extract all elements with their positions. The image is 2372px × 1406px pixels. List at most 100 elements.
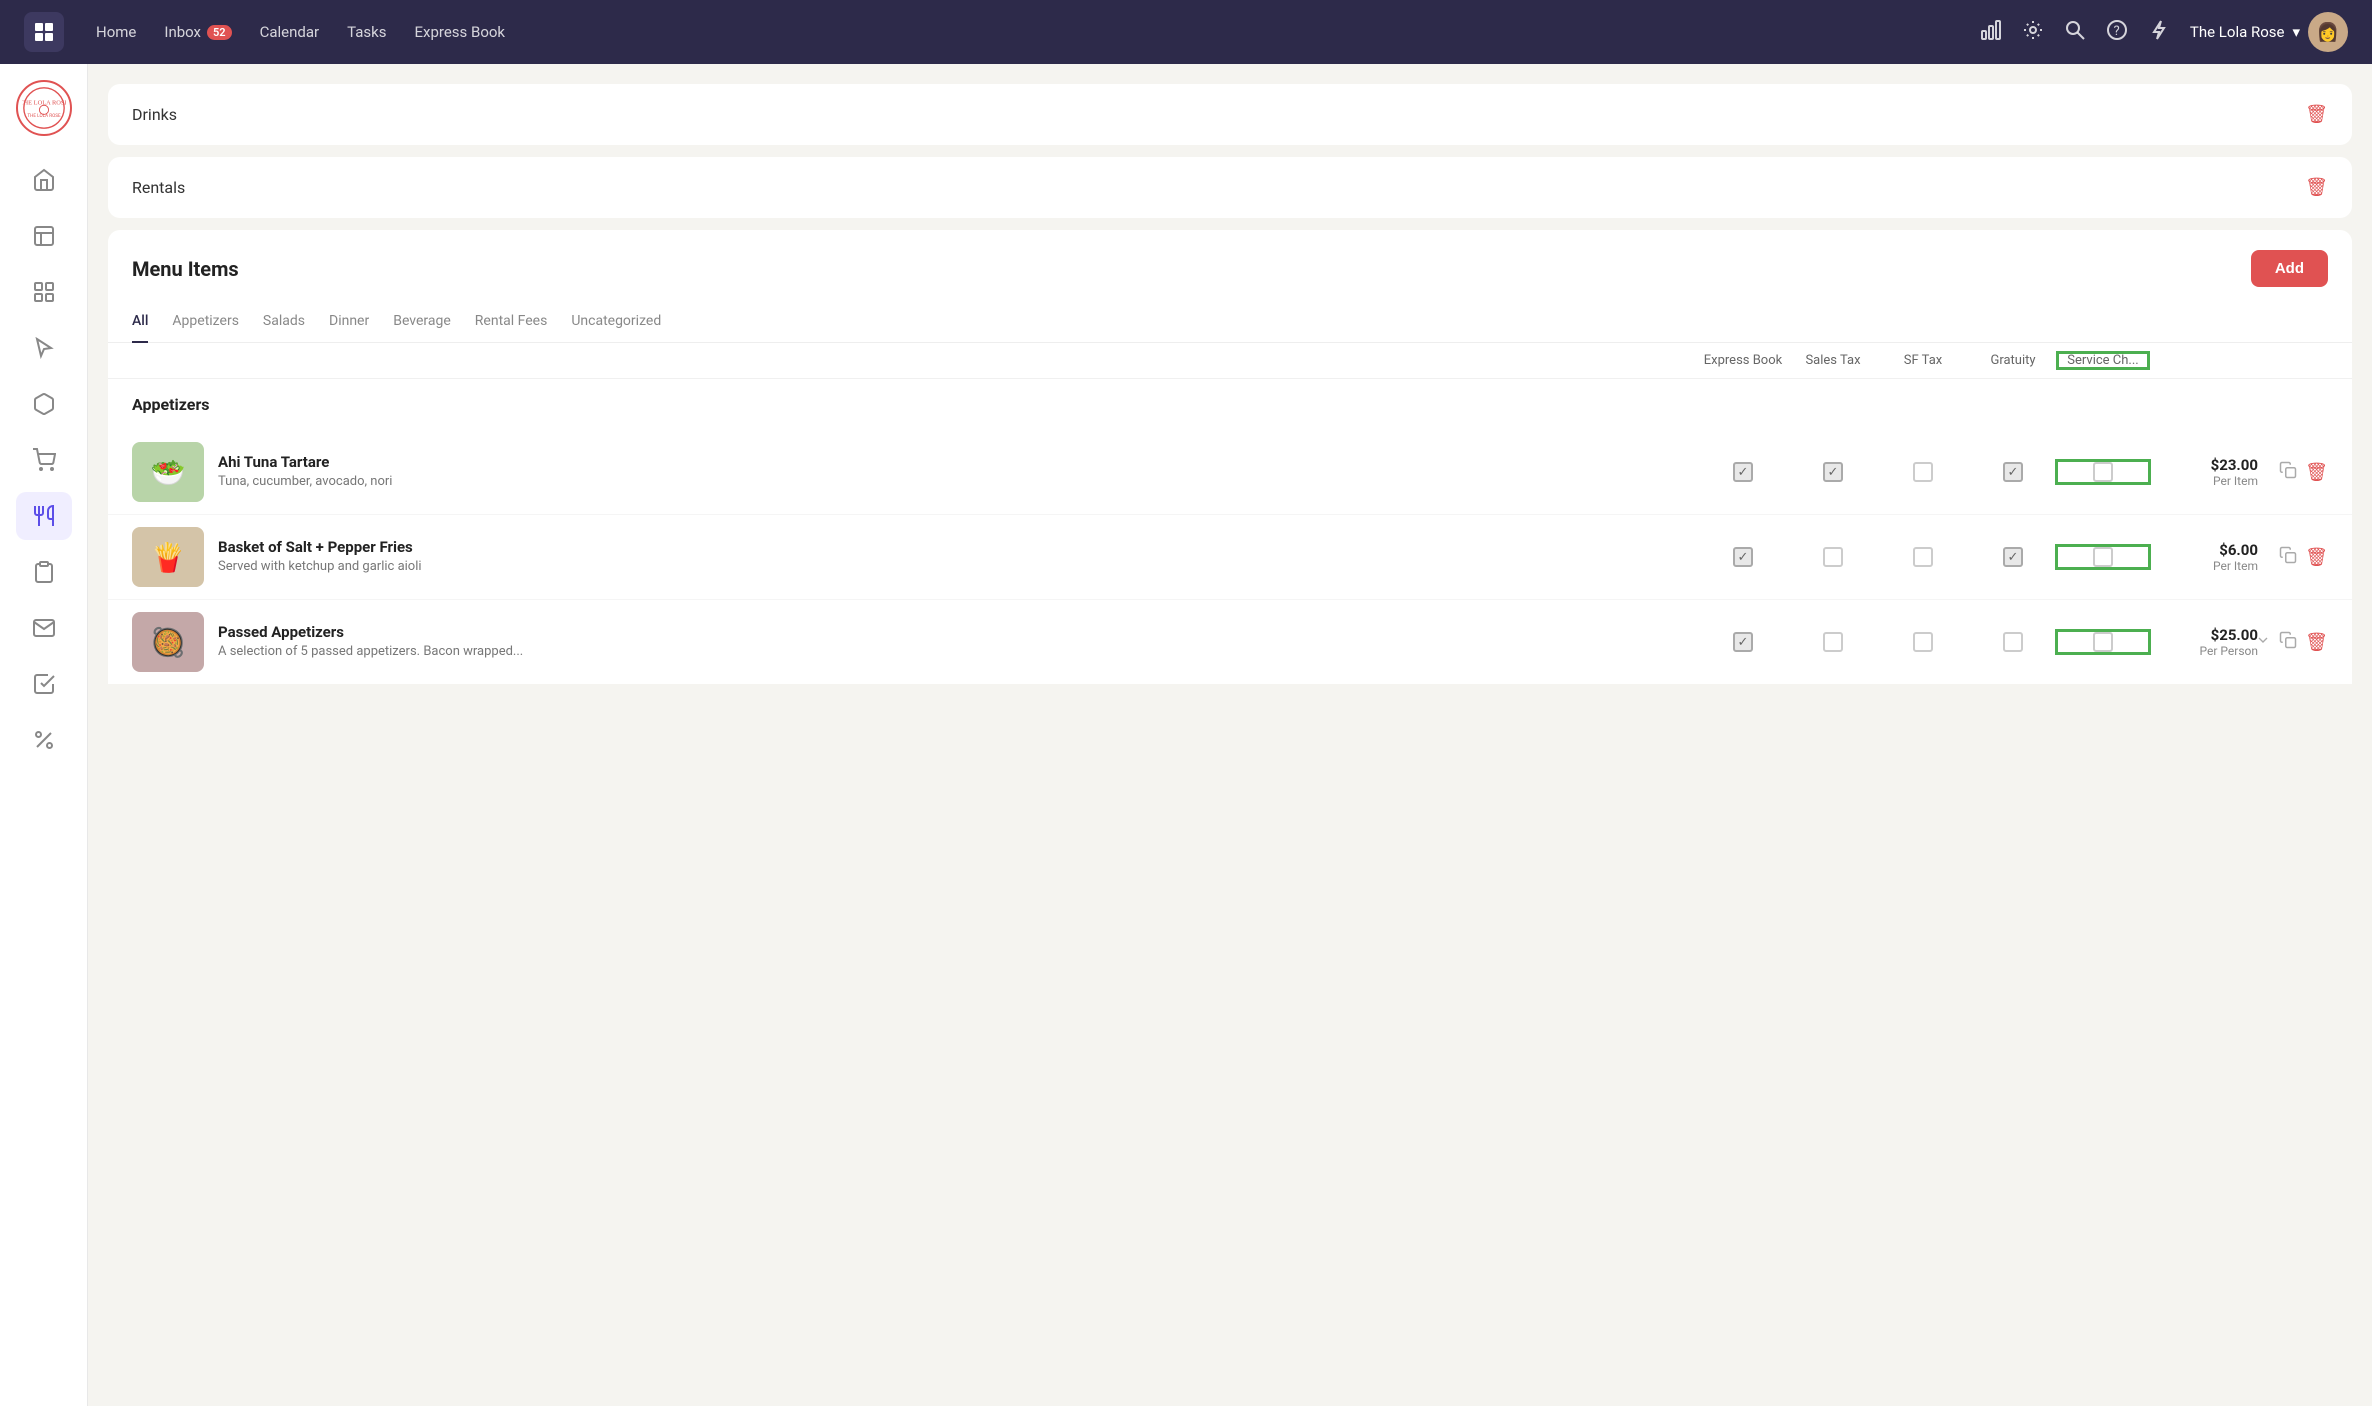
drinks-card: Drinks 🗑 bbox=[108, 84, 2352, 145]
nav-home[interactable]: Home bbox=[96, 23, 136, 41]
checkbox-st-2[interactable] bbox=[1823, 632, 1843, 652]
chevron-down-icon: ▾ bbox=[2292, 23, 2300, 41]
nav-calendar[interactable]: Calendar bbox=[260, 23, 320, 41]
express-book-header: Express Book bbox=[1698, 353, 1788, 368]
gratuity-header: Gratuity bbox=[1968, 353, 2058, 368]
ahi-tuna-name: Ahi Tuna Tartare bbox=[218, 453, 1698, 471]
ahi-tuna-sales-tax-check[interactable] bbox=[1788, 462, 1878, 482]
ahi-tuna-sf-tax-check[interactable] bbox=[1878, 462, 1968, 482]
category-tabs: All Appetizers Salads Dinner Beverage Re… bbox=[108, 303, 2352, 343]
checkbox-sft-0[interactable] bbox=[1913, 462, 1933, 482]
checkbox-st-0[interactable] bbox=[1823, 462, 1843, 482]
sidebar-item-layout[interactable] bbox=[16, 212, 72, 260]
tab-rental-fees[interactable]: Rental Fees bbox=[475, 303, 548, 343]
sidebar-item-percent[interactable] bbox=[16, 716, 72, 764]
checkbox-sc-0[interactable] bbox=[2093, 462, 2113, 482]
nav-express-book[interactable]: Express Book bbox=[414, 23, 505, 41]
nav-links: Home Inbox 52 Calendar Tasks Express Boo… bbox=[96, 23, 1948, 41]
sidebar: THE LOLA ROSE THE LOLA ROSE bbox=[0, 64, 88, 1406]
passed-apps-price: $25.00 Per Person bbox=[2148, 626, 2258, 658]
checkbox-eb-1[interactable] bbox=[1733, 547, 1753, 567]
fries-image: 🍟 bbox=[132, 527, 204, 587]
checkbox-g-2[interactable] bbox=[2003, 632, 2023, 652]
inbox-badge: 52 bbox=[207, 25, 232, 40]
checkbox-st-1[interactable] bbox=[1823, 547, 1843, 567]
lightning-icon[interactable] bbox=[2148, 19, 2170, 46]
checkbox-g-1[interactable] bbox=[2003, 547, 2023, 567]
chart-icon[interactable] bbox=[1980, 19, 2002, 46]
rentals-delete-icon[interactable]: 🗑 bbox=[2305, 177, 2328, 198]
drinks-label: Drinks bbox=[132, 105, 177, 124]
help-icon[interactable]: ? bbox=[2106, 19, 2128, 46]
passed-apps-express-book-check[interactable] bbox=[1698, 632, 1788, 652]
fries-delete-icon[interactable]: 🗑 bbox=[2305, 547, 2328, 568]
sidebar-item-mail[interactable] bbox=[16, 604, 72, 652]
drinks-row: Drinks 🗑 bbox=[108, 84, 2352, 145]
sidebar-item-grid[interactable] bbox=[16, 268, 72, 316]
checkbox-eb-0[interactable] bbox=[1733, 462, 1753, 482]
drinks-delete-icon[interactable]: 🗑 bbox=[2305, 104, 2328, 125]
sidebar-item-fork[interactable] bbox=[16, 492, 72, 540]
fries-sf-tax-check[interactable] bbox=[1878, 547, 1968, 567]
search-icon[interactable] bbox=[2064, 19, 2086, 46]
nav-inbox[interactable]: Inbox 52 bbox=[164, 23, 231, 41]
main-content: Drinks 🗑 Rentals 🗑 Menu Items Add All Ap… bbox=[88, 64, 2372, 1406]
fries-sales-tax-check[interactable] bbox=[1788, 547, 1878, 567]
nav-right: ? The Lola Rose ▾ 👩 bbox=[1980, 12, 2348, 52]
copy-icon[interactable] bbox=[2279, 631, 2297, 653]
gear-icon[interactable] bbox=[2022, 19, 2044, 46]
sidebar-logo: THE LOLA ROSE THE LOLA ROSE bbox=[16, 80, 72, 136]
tab-all[interactable]: All bbox=[132, 303, 148, 343]
passed-apps-service-charge-check[interactable] bbox=[2058, 632, 2148, 652]
tab-dinner[interactable]: Dinner bbox=[329, 303, 369, 343]
rentals-card: Rentals 🗑 bbox=[108, 157, 2352, 218]
fries-price: $6.00 Per Item bbox=[2148, 541, 2258, 573]
fries-express-book-check[interactable] bbox=[1698, 547, 1788, 567]
tab-uncategorized[interactable]: Uncategorized bbox=[571, 303, 661, 343]
passed-apps-sales-tax-check[interactable] bbox=[1788, 632, 1878, 652]
checkbox-sft-2[interactable] bbox=[1913, 632, 1933, 652]
checkbox-sft-1[interactable] bbox=[1913, 547, 1933, 567]
checkbox-sc-1[interactable] bbox=[2093, 547, 2113, 567]
passed-apps-actions: 🗑 bbox=[2258, 631, 2328, 653]
rentals-label: Rentals bbox=[132, 178, 185, 197]
service-charge-header: Service Ch... bbox=[2058, 353, 2148, 368]
svg-text:THE LOLA ROSE: THE LOLA ROSE bbox=[27, 113, 61, 119]
sidebar-item-box[interactable] bbox=[16, 380, 72, 428]
svg-text:?: ? bbox=[2113, 24, 2119, 39]
sidebar-item-check[interactable] bbox=[16, 660, 72, 708]
sidebar-item-store[interactable] bbox=[16, 156, 72, 204]
app-logo[interactable] bbox=[24, 12, 64, 52]
tab-appetizers[interactable]: Appetizers bbox=[172, 303, 239, 343]
fries-service-charge-check[interactable] bbox=[2058, 547, 2148, 567]
nav-tasks[interactable]: Tasks bbox=[347, 23, 386, 41]
ahi-tuna-express-book-check[interactable] bbox=[1698, 462, 1788, 482]
ahi-tuna-delete-icon[interactable]: 🗑 bbox=[2305, 462, 2328, 483]
passed-apps-gratuity-check[interactable] bbox=[1968, 632, 2058, 652]
passed-apps-sf-tax-check[interactable] bbox=[1878, 632, 1968, 652]
checkbox-eb-2[interactable] bbox=[1733, 632, 1753, 652]
copy-icon[interactable] bbox=[2279, 546, 2297, 568]
checkbox-g-0[interactable] bbox=[2003, 462, 2023, 482]
copy-icon[interactable] bbox=[2279, 461, 2297, 484]
appetizers-label: Appetizers bbox=[132, 395, 2328, 414]
fries-gratuity-check[interactable] bbox=[1968, 547, 2058, 567]
tab-salads[interactable]: Salads bbox=[263, 303, 305, 343]
passed-apps-image: 🥘 bbox=[132, 612, 204, 672]
ahi-tuna-service-charge-check[interactable] bbox=[2058, 462, 2148, 482]
fries-name: Basket of Salt + Pepper Fries bbox=[218, 538, 1698, 556]
tab-beverage[interactable]: Beverage bbox=[393, 303, 451, 343]
passed-apps-desc: A selection of 5 passed appetizers. Baco… bbox=[218, 643, 1698, 661]
ahi-tuna-gratuity-check[interactable] bbox=[1968, 462, 2058, 482]
fries-info: Basket of Salt + Pepper Fries Served wit… bbox=[218, 538, 1698, 576]
sidebar-item-clipboard[interactable] bbox=[16, 548, 72, 596]
checkbox-sc-2[interactable] bbox=[2093, 632, 2113, 652]
sidebar-item-cursor[interactable] bbox=[16, 324, 72, 372]
add-button[interactable]: Add bbox=[2251, 250, 2328, 287]
user-name: The Lola Rose bbox=[2190, 23, 2285, 41]
rentals-row: Rentals 🗑 bbox=[108, 157, 2352, 218]
expand-icon[interactable] bbox=[2255, 632, 2271, 652]
sidebar-item-cart[interactable] bbox=[16, 436, 72, 484]
passed-apps-delete-icon[interactable]: 🗑 bbox=[2305, 632, 2328, 653]
user-menu[interactable]: The Lola Rose ▾ 👩 bbox=[2190, 12, 2348, 52]
